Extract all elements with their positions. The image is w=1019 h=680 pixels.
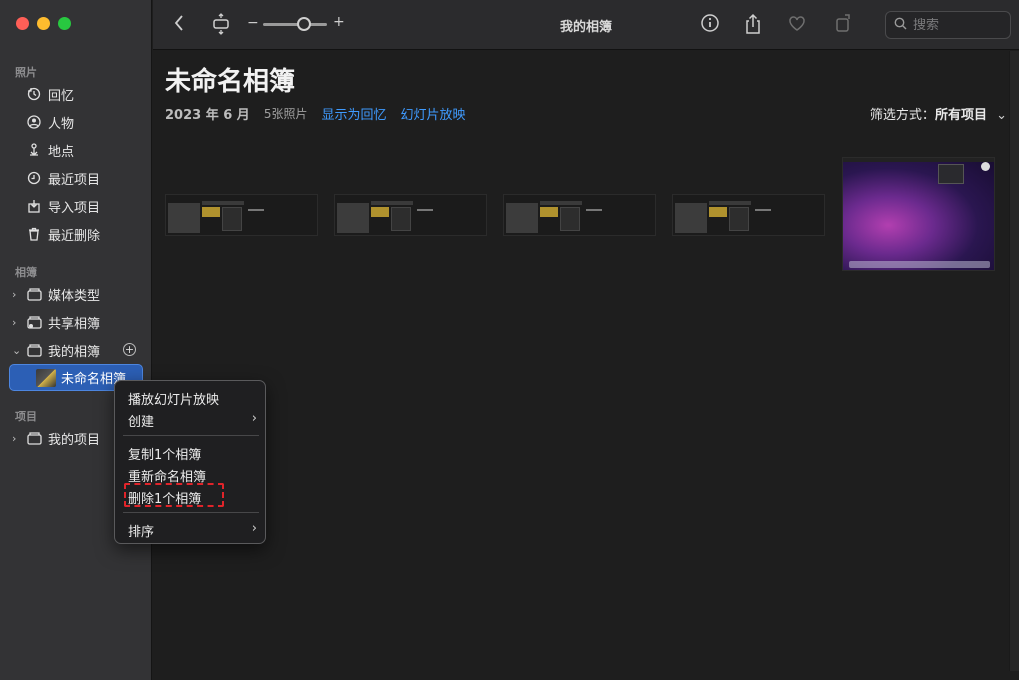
- menu-separator: [123, 512, 259, 513]
- sidebar-item-label: 回忆: [48, 88, 75, 104]
- chevron-right-icon[interactable]: ›: [12, 288, 22, 301]
- shared-folder-icon: [26, 314, 42, 330]
- context-menu: 播放幻灯片放映 创建 › 复制1个相簿 重新命名相簿 删除1个相簿 排序 ›: [114, 380, 266, 544]
- chevron-down-icon: ⌄: [996, 108, 1007, 123]
- share-button[interactable]: [744, 13, 762, 40]
- sidebar-item-label: 地点: [48, 144, 75, 160]
- section-albums-title: 相簿: [15, 266, 37, 279]
- menu-item-sort[interactable]: 排序 ›: [128, 521, 257, 540]
- sidebar-item-label: 导入项目: [48, 200, 101, 216]
- sidebar-item-label: 最近项目: [48, 172, 101, 188]
- sidebar-item-label: 人物: [48, 116, 75, 132]
- album-date: 2023 年 6 月: [165, 108, 250, 123]
- sidebar-item-people[interactable]: 人物: [0, 110, 152, 134]
- trash-icon: [26, 226, 42, 242]
- rotate-button[interactable]: [834, 13, 854, 38]
- menu-item-duplicate[interactable]: 复制1个相簿: [128, 444, 254, 463]
- folder-icon: [26, 286, 42, 302]
- sidebar-item-shared-albums[interactable]: › 共享相簿: [0, 310, 152, 334]
- sidebar-item-import[interactable]: 导入项目: [0, 194, 152, 218]
- highlight-annotation-box: [124, 483, 224, 507]
- add-album-icon[interactable]: +: [123, 343, 136, 356]
- chevron-right-icon[interactable]: ›: [12, 316, 22, 329]
- places-icon: [26, 142, 42, 158]
- window-controls: [16, 17, 71, 30]
- show-as-memory-link[interactable]: 显示为回忆: [321, 104, 386, 123]
- photo-thumbnail[interactable]: [334, 194, 487, 236]
- sidebar-item-label: 最近删除: [48, 228, 101, 244]
- sidebar-item-label: 我的相簿: [48, 344, 101, 360]
- folder-icon: [26, 342, 42, 358]
- sidebar-item-places[interactable]: 地点: [0, 138, 152, 162]
- info-button[interactable]: [700, 13, 720, 38]
- sidebar-item-label: 我的项目: [48, 432, 101, 448]
- filter-value: 所有项目: [934, 108, 987, 123]
- favorite-heart-button[interactable]: [787, 13, 807, 38]
- menu-item-create[interactable]: 创建 ›: [128, 411, 257, 430]
- album-content: 未命名相簿 2023 年 6 月 5张照片 显示为回忆 幻灯片放映 筛选方式：所…: [153, 51, 1019, 671]
- photo-thumbnail[interactable]: [503, 194, 656, 236]
- filter-label: 筛选方式：: [869, 108, 935, 123]
- import-icon: [26, 198, 42, 214]
- minimize-window-button[interactable]: [37, 17, 50, 30]
- scrollbar[interactable]: [1009, 51, 1019, 671]
- zoom-window-button[interactable]: [58, 17, 71, 30]
- menu-separator: [123, 435, 259, 436]
- menu-item-label: 排序: [128, 525, 155, 540]
- sidebar-item-recently-deleted[interactable]: 最近删除: [0, 222, 152, 246]
- sidebar-item-memories[interactable]: 回忆: [0, 82, 152, 106]
- sidebar-item-media-types[interactable]: › 媒体类型: [0, 282, 152, 306]
- photo-thumbnail[interactable]: [165, 194, 318, 236]
- photo-thumbnail-desktop[interactable]: [842, 157, 995, 271]
- search-field[interactable]: [885, 11, 1011, 39]
- photo-count: 5张照片: [263, 107, 308, 121]
- people-icon: [26, 114, 42, 130]
- search-input[interactable]: [913, 17, 1003, 33]
- chevron-right-icon: ›: [251, 411, 257, 426]
- slideshow-link[interactable]: 幻灯片放映: [400, 104, 465, 123]
- close-window-button[interactable]: [16, 17, 29, 30]
- memories-icon: [26, 86, 42, 102]
- chevron-right-icon: ›: [251, 521, 257, 536]
- menu-item-play-slideshow[interactable]: 播放幻灯片放映: [128, 389, 254, 408]
- album-thumbnail: [36, 368, 56, 387]
- section-photos-title: 照片: [15, 66, 37, 79]
- photo-thumbnail[interactable]: [672, 194, 825, 236]
- search-icon: [894, 17, 907, 34]
- chevron-down-icon[interactable]: ⌄: [12, 344, 22, 357]
- sidebar-item-recent[interactable]: 最近项目: [0, 166, 152, 190]
- folder-icon: [26, 430, 42, 446]
- chevron-right-icon[interactable]: ›: [12, 432, 22, 445]
- recent-icon: [26, 170, 42, 186]
- album-meta: 2023 年 6 月 5张照片 显示为回忆 幻灯片放映: [165, 104, 465, 123]
- filter-dropdown[interactable]: 筛选方式：所有项目 ⌄: [870, 104, 1007, 123]
- sidebar-item-label: 共享相簿: [48, 316, 101, 332]
- sidebar-item-label: 媒体类型: [48, 288, 101, 304]
- menu-item-label: 创建: [128, 415, 155, 430]
- album-title: 未命名相簿: [165, 67, 296, 97]
- section-projects-title: 项目: [15, 410, 37, 423]
- sidebar: 照片 回忆 人物 地点 最近项目 导入项目 最近删除 相簿 › 媒体类型 › 共…: [0, 0, 152, 680]
- toolbar: − + 我的相簿: [153, 0, 1019, 50]
